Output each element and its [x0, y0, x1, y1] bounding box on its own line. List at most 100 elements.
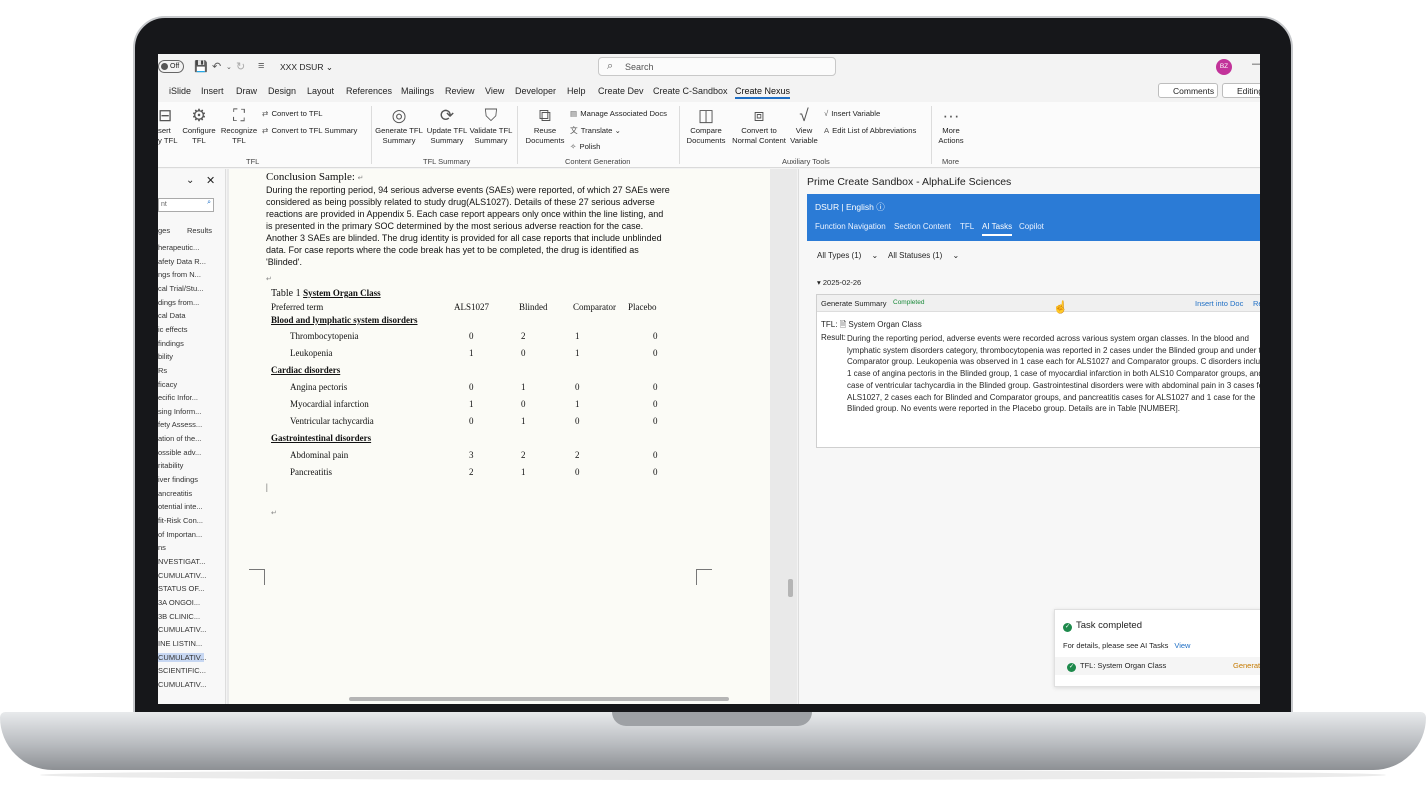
nav-heading-item[interactable]: ns: [158, 543, 166, 552]
nav-heading-item[interactable]: iver findings: [158, 475, 198, 484]
nav-heading-item[interactable]: CUMULATIV...: [158, 652, 206, 662]
close-icon[interactable]: ✕: [206, 174, 215, 187]
nav-heading-item[interactable]: ngs from N...: [158, 270, 201, 279]
nav-heading-item[interactable]: ossible adv...: [158, 448, 201, 457]
tab-developer[interactable]: Developer: [515, 86, 556, 96]
recognize-tfl-button[interactable]: ⛶ Recognize TFL: [219, 106, 259, 146]
reuse-documents-button[interactable]: ⧉ Reuse Documents: [522, 106, 568, 146]
nav-heading-item[interactable]: ficacy: [158, 380, 177, 389]
tab-review[interactable]: Review: [445, 86, 475, 96]
compare-documents-button[interactable]: ◫ Compare Documents: [684, 106, 728, 146]
nav-heading-item[interactable]: fit-Risk Con...: [158, 516, 203, 525]
document-page[interactable]: Conclusion Sample: ↵ During the reportin…: [229, 169, 770, 704]
tab-mailings[interactable]: Mailings: [401, 86, 434, 96]
nav-heading-item[interactable]: 3A ONGOI...: [158, 598, 200, 607]
tab-pages[interactable]: ges: [158, 226, 170, 235]
date-group-header[interactable]: ▾ 2025-02-26: [817, 278, 861, 287]
nav-heading-item[interactable]: ic effects: [158, 325, 187, 334]
chevron-down-icon[interactable]: ⌄: [226, 63, 232, 71]
nav-heading-item[interactable]: ritability: [158, 461, 183, 470]
nav-heading-item[interactable]: ecific Infor...: [158, 393, 198, 402]
tab-copilot[interactable]: Copilot: [1019, 222, 1044, 231]
regenerate-link[interactable]: Re: [1253, 299, 1260, 308]
vertical-scrollbar[interactable]: [788, 579, 793, 597]
tab-results[interactable]: Results: [187, 226, 212, 235]
configure-tfl-button[interactable]: ⚙ Configure TFL: [180, 106, 218, 146]
editing-button[interactable]: Editing: [1222, 83, 1260, 98]
nav-heading-item[interactable]: ancreatitis: [158, 489, 192, 498]
nav-heading-item[interactable]: NVESTIGAT...: [158, 557, 205, 566]
nav-heading-item[interactable]: ation of the...: [158, 434, 201, 443]
info-icon[interactable]: ⓘ: [876, 202, 885, 212]
tab-create-dev[interactable]: Create Dev: [598, 86, 644, 96]
nav-heading-item[interactable]: sing Inform...: [158, 407, 201, 416]
convert-to-tfl-button[interactable]: ⇄ Convert to TFL: [262, 109, 323, 118]
tab-layout[interactable]: Layout: [307, 86, 334, 96]
validate-tfl-summary-button[interactable]: ⛉ Validate TFL Summary: [469, 106, 513, 146]
table-cell: 0: [575, 382, 580, 392]
edit-abbreviations-button[interactable]: A Edit List of Abbreviations: [824, 126, 916, 135]
search-input[interactable]: ⌕ Search: [598, 57, 836, 76]
undo-icon[interactable]: ↶: [212, 60, 221, 73]
tab-design[interactable]: Design: [268, 86, 296, 96]
tab-draw[interactable]: Draw: [236, 86, 257, 96]
tab-tfl[interactable]: TFL: [960, 222, 974, 231]
translate-button[interactable]: 文 Translate ⌄: [570, 125, 621, 136]
nav-heading-item[interactable]: cal Trial/Stu...: [158, 284, 203, 293]
task-name: Generate Summary: [821, 299, 887, 308]
document-title[interactable]: XXX DSUR ⌄: [280, 62, 333, 73]
customize-icon[interactable]: ≡: [258, 60, 264, 72]
nav-search-input[interactable]: nt ⌕: [158, 198, 214, 212]
nav-heading-item[interactable]: CUMULATIV...: [158, 571, 206, 580]
tab-help[interactable]: Help: [567, 86, 586, 96]
nav-heading-item[interactable]: findings: [158, 339, 184, 348]
tab-insert[interactable]: Insert: [201, 86, 224, 96]
autosave-toggle[interactable]: Off: [158, 60, 184, 73]
nav-heading-item[interactable]: 3B CLINIC...: [158, 612, 200, 621]
nav-heading-item[interactable]: fety Assess...: [158, 420, 202, 429]
horizontal-scrollbar[interactable]: [349, 697, 729, 701]
tab-islide[interactable]: iSlide: [169, 86, 191, 96]
status-filter-dropdown[interactable]: All Statuses (1) ⌄: [888, 251, 959, 260]
nav-heading-item[interactable]: CUMULATIV...: [158, 680, 206, 689]
nav-heading-item[interactable]: cal Data: [158, 311, 186, 320]
convert-to-tfl-summary-button[interactable]: ⇄ Convert to TFL Summary: [262, 126, 357, 135]
generate-tfl-summary-button[interactable]: ◎ Generate TFL Summary: [374, 106, 424, 146]
nav-heading-item[interactable]: SCIENTIFIC...: [158, 666, 206, 675]
nav-heading-item[interactable]: INE LISTIN...: [158, 639, 202, 648]
redo-icon[interactable]: ↻: [236, 60, 245, 73]
nav-heading-item[interactable]: of Importan...: [158, 530, 202, 539]
view-variable-button[interactable]: √ View Variable: [789, 106, 819, 146]
tab-section-content[interactable]: Section Content: [894, 222, 951, 231]
tab-ai-tasks[interactable]: AI Tasks: [982, 222, 1013, 236]
nav-heading-item[interactable]: afety Data R...: [158, 257, 206, 266]
update-tfl-summary-button[interactable]: ⟳ Update TFL Summary: [425, 106, 469, 146]
polish-button[interactable]: ✧ Polish: [570, 142, 600, 151]
tab-view[interactable]: View: [485, 86, 504, 96]
more-actions-button[interactable]: ··· More Actions: [934, 106, 968, 146]
nav-heading-item[interactable]: otential inte...: [158, 502, 203, 511]
minimize-icon[interactable]: —: [1252, 58, 1260, 70]
tab-references[interactable]: References: [346, 86, 392, 96]
nav-heading-item[interactable]: herapeutic...: [158, 243, 199, 252]
nav-heading-item[interactable]: STATUS OF...: [158, 584, 204, 593]
manage-associated-docs-button[interactable]: ▤ Manage Associated Docs: [570, 109, 667, 118]
tab-function-navigation[interactable]: Function Navigation: [815, 222, 886, 231]
tab-create-c-sandbox[interactable]: Create C-Sandbox: [653, 86, 728, 96]
insert-variable-button[interactable]: √ Insert Variable: [824, 109, 880, 118]
nav-heading-item[interactable]: bility: [158, 352, 173, 361]
tab-create-nexus[interactable]: Create Nexus: [735, 86, 791, 99]
insert-tfl-button[interactable]: ⊟ sert y TFL: [158, 106, 180, 146]
avatar[interactable]: BZ: [1216, 59, 1232, 75]
nav-heading-item[interactable]: CUMULATIV...: [158, 625, 206, 634]
insert-into-doc-link[interactable]: Insert into Doc: [1195, 299, 1243, 308]
chevron-down-icon[interactable]: ⌄: [186, 175, 194, 186]
comments-button[interactable]: Comments: [1158, 83, 1218, 98]
nav-heading-item[interactable]: dings from...: [158, 298, 199, 307]
save-icon[interactable]: 💾: [194, 60, 208, 73]
type-filter-dropdown[interactable]: All Types (1) ⌄: [817, 251, 878, 260]
convert-normal-content-button[interactable]: ⧈ Convert to Normal Content: [729, 106, 789, 146]
ribbon: ⊟ sert y TFL ⚙ Configure TFL ⛶ Recognize…: [158, 102, 1260, 168]
nav-heading-item[interactable]: Rs: [158, 366, 167, 375]
view-link[interactable]: View: [1174, 641, 1190, 650]
